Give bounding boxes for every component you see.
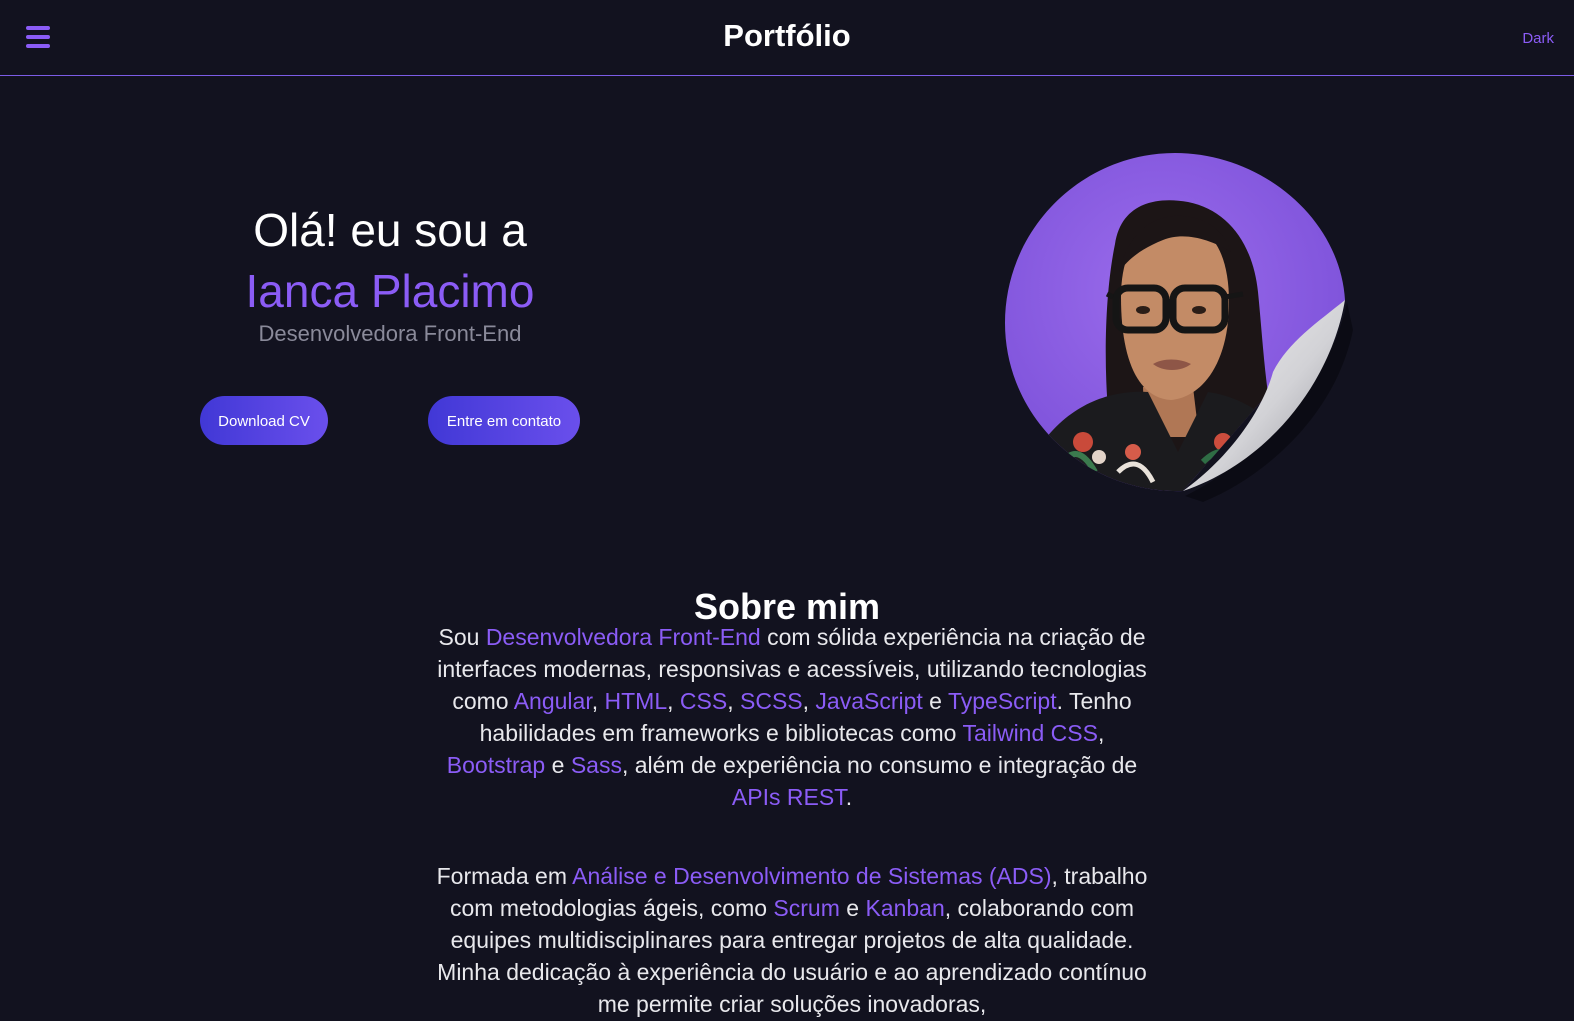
hero-greeting: Olá! eu sou a — [253, 204, 527, 256]
highlight-scrum: Scrum — [773, 895, 840, 921]
highlight-html: HTML — [604, 688, 668, 714]
hero-role: Desenvolvedora Front-End — [258, 321, 522, 346]
top-navbar: Portfólio Dark — [0, 0, 1574, 76]
highlight-css: CSS — [679, 688, 728, 714]
about-paragraph-1: Sou Desenvolvedora Front-End com sólida … — [437, 624, 1147, 810]
highlight-scss: SCSS — [740, 688, 803, 714]
highlight-ads: Análise e Desenvolvimento de Sistemas (A… — [572, 863, 1052, 889]
about-paragraph-2: Formada em Análise e Desenvolvimento de … — [436, 863, 1148, 1017]
hero-intro: Olá! eu sou a Ianca Placimo Desenvolvedo… — [190, 200, 590, 346]
theme-toggle[interactable]: Dark — [1522, 30, 1554, 47]
highlight-sass: Sass — [570, 752, 622, 778]
highlight-apis: APIs REST — [731, 784, 846, 810]
download-cv-button[interactable]: Download CV — [200, 396, 328, 445]
highlight-typescript: TypeScript — [947, 688, 1057, 714]
contact-button[interactable]: Entre em contato — [428, 396, 580, 445]
highlight-angular: Angular — [513, 688, 592, 714]
highlight-tailwind: Tailwind CSS — [962, 720, 1098, 746]
highlight-role: Desenvolvedora Front-End — [485, 624, 761, 650]
highlight-bootstrap: Bootstrap — [446, 752, 546, 778]
highlight-javascript: JavaScript — [815, 688, 923, 714]
hero-name: Ianca Placimo — [245, 265, 535, 317]
profile-photo — [1005, 153, 1353, 502]
highlight-kanban: Kanban — [865, 895, 945, 921]
site-title: Portfólio — [723, 18, 851, 53]
